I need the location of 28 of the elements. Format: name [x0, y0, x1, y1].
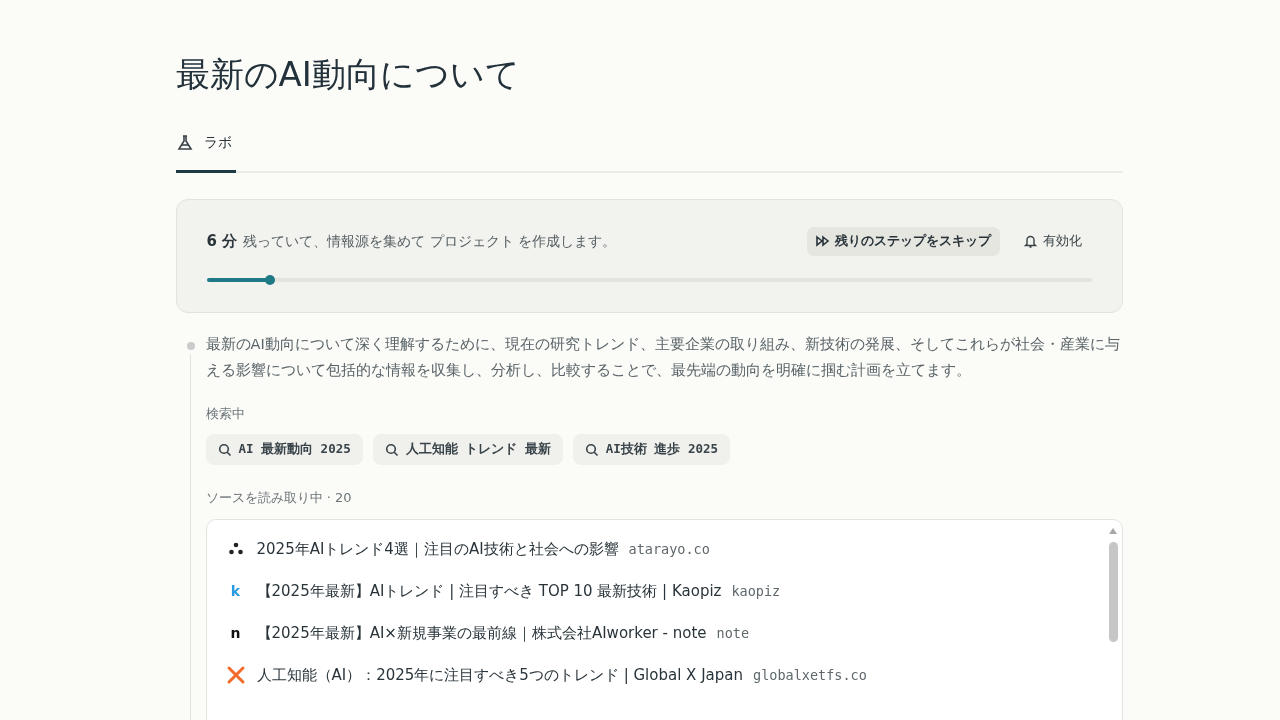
scrollbar-thumb[interactable] — [1108, 542, 1118, 642]
search-query-chip: AI 最新動向 2025 — [205, 434, 363, 465]
scroll-up-icon[interactable] — [1108, 528, 1117, 534]
skip-steps-button[interactable]: 残りのステップをスキップ — [806, 226, 1000, 256]
search-icon — [584, 442, 599, 457]
search-icon — [217, 442, 232, 457]
source-title[interactable]: 2025年AIトレンド4選｜注目のAI技術と社会への影響 — [256, 539, 619, 559]
search-query-chip: AI技術 進歩 2025 — [572, 434, 730, 465]
source-domain: globalxetfs.co — [753, 667, 867, 683]
source-domain: atarayo.co — [628, 541, 710, 557]
source-title[interactable]: 【2025年最新】AI×新規事業の最前線｜株式会社AIworker - note — [256, 623, 707, 643]
sources-label: ソースを読み取り中 · 20 — [205, 489, 353, 507]
enable-button[interactable]: 有効化 — [1013, 226, 1092, 256]
source-title[interactable]: 【2025年最新】AIトレンド | 注目すべき TOP 10 最新技術 | Kaopiz — [256, 581, 722, 601]
source-domain: kaopiz — [731, 583, 781, 599]
fast-forward-icon — [815, 235, 830, 247]
source-domain: note — [716, 625, 750, 641]
status-message: 6 分 残っていて、情報源を集めて プロジェクト を作成します。 — [206, 231, 618, 251]
flask-icon — [175, 134, 194, 152]
timeline-dot — [186, 342, 195, 350]
source-title[interactable]: 人工知能（AI）：2025年に注目すべき5つのトレンド | Global X Japan — [256, 665, 743, 685]
search-icon — [384, 442, 399, 457]
page-title: 最新のAI動向について — [175, 53, 521, 96]
searching-label: 検索中 — [205, 405, 246, 423]
tab[interactable]: ラボ — [175, 128, 236, 173]
search-query-chip: 人工知能 トレンド 最新 — [372, 434, 563, 465]
plan-text: 最新のAI動向について深く理解するために、現在の研究トレンド、主要企業の取り組み、新技術の発展、そしてこれらが社会・産業に与える影響について包括的な情報を収集し、分析し、比較することで、最先端の動向を明確に掴む計画を立てます。 — [205, 335, 1121, 380]
bell-icon — [1023, 234, 1037, 248]
